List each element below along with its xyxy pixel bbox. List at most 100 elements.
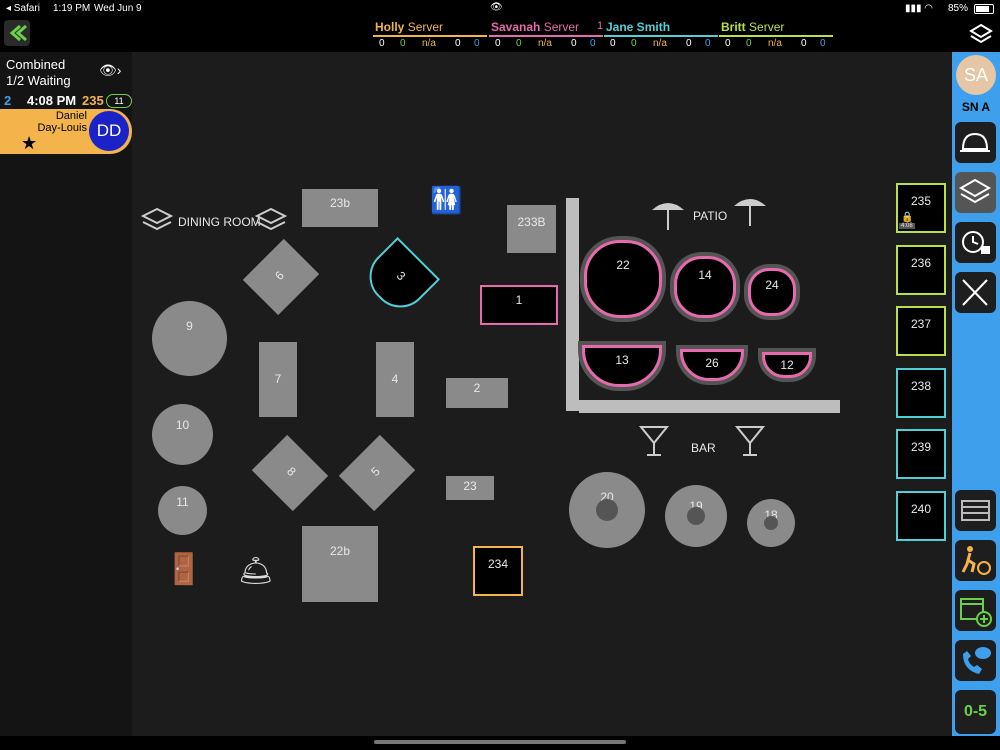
table-3[interactable]: 3 xyxy=(357,236,441,320)
table-237[interactable]: 237 xyxy=(896,306,946,356)
stat: 0 xyxy=(820,38,826,49)
table-20[interactable]: 20 xyxy=(569,472,645,548)
table-label: 12 xyxy=(780,358,794,372)
table-18[interactable]: 18 xyxy=(747,499,795,547)
stat: 0 xyxy=(379,38,385,49)
eye-toggle-icon[interactable]: 👁› xyxy=(99,62,121,79)
table-label: 7 xyxy=(274,372,282,386)
host-stand-icon: 🛎 xyxy=(238,555,274,586)
back-button[interactable] xyxy=(4,20,30,46)
back-to-safari-link[interactable]: ◂ Safari xyxy=(6,3,40,14)
server-britt[interactable]: Britt Server 0 0 n/a 0 0 xyxy=(719,20,833,50)
table-center xyxy=(596,499,618,521)
table-4[interactable]: 4 xyxy=(376,342,414,417)
stat: 0 xyxy=(516,38,522,49)
calendar-add-icon xyxy=(960,598,992,627)
server-name: Britt xyxy=(721,20,746,34)
waitlist-entry[interactable]: Daniel Day-Louis ★ DD xyxy=(0,109,132,154)
stat: n/a xyxy=(422,38,436,49)
party-size: 2 xyxy=(4,93,12,108)
table-label: 11 xyxy=(176,495,189,509)
patio-label: PATIO xyxy=(693,209,728,223)
table-22[interactable]: 22 xyxy=(584,240,662,318)
floor-plan-button[interactable] xyxy=(955,172,996,213)
server-color-line xyxy=(373,35,487,37)
stat: 0 xyxy=(400,38,406,49)
server-color-line xyxy=(719,35,833,37)
table-19[interactable]: 19 xyxy=(665,485,727,547)
table-235[interactable]: 235 🔒 4:08 xyxy=(896,183,946,233)
table-26[interactable]: 26 xyxy=(680,349,744,381)
table-5[interactable]: 5 xyxy=(338,434,416,512)
table-label: 5 xyxy=(368,464,383,479)
table-10[interactable]: 10 xyxy=(152,404,213,465)
dining-room-icon xyxy=(140,207,174,231)
table-2[interactable]: 2 xyxy=(446,378,508,408)
table-240[interactable]: 240 xyxy=(896,491,946,541)
table-234[interactable]: 234 xyxy=(473,546,523,596)
table-233b[interactable]: 233B xyxy=(507,205,556,253)
table-7[interactable]: 7 xyxy=(259,342,297,417)
orders-button[interactable] xyxy=(955,122,996,163)
table-label: 240 xyxy=(910,502,932,516)
phone-chat-button[interactable] xyxy=(955,640,996,681)
table-23[interactable]: 23 xyxy=(446,476,494,500)
stat: 0 xyxy=(705,38,711,49)
table-23b[interactable]: 23b xyxy=(302,189,378,227)
lock-icon: 🔒 xyxy=(901,212,914,223)
server-name: Holly xyxy=(375,20,405,34)
stat: 0 xyxy=(686,38,692,49)
table-label: 235 xyxy=(910,194,932,208)
table-22b[interactable]: 22b xyxy=(302,526,378,602)
table-label: 233B xyxy=(517,215,546,229)
dining-button[interactable] xyxy=(955,272,996,313)
table-label: 3 xyxy=(393,268,409,284)
table-11[interactable]: 11 xyxy=(158,486,207,535)
date: Wed Jun 9 xyxy=(94,3,142,14)
battery-percent: 85% xyxy=(948,3,969,14)
umbrella-icon xyxy=(652,203,684,230)
table-label: 239 xyxy=(910,440,932,454)
table-239[interactable]: 239 xyxy=(896,429,946,479)
layers-icon xyxy=(969,23,993,44)
server-savanah[interactable]: Savanah Server 1 0 0 n/a 0 0 xyxy=(489,20,603,50)
bar-label: BAR xyxy=(691,441,716,455)
status-bar: ◂ Safari 1:19 PM Wed Jun 9 👁 ▮▮▮ ◠ 85% xyxy=(0,0,1000,18)
server-color-line xyxy=(489,35,603,37)
layers-button[interactable] xyxy=(968,22,994,48)
walk-in-button[interactable] xyxy=(955,540,996,581)
user-avatar[interactable]: SA xyxy=(956,55,996,95)
section-button[interactable] xyxy=(955,490,996,531)
reservation-button[interactable] xyxy=(955,590,996,631)
server-jane-smith[interactable]: Jane Smith 0 0 n/a 0 0 xyxy=(604,20,718,50)
server-holly[interactable]: Holly Server 0 0 n/a 0 0 xyxy=(373,20,487,50)
timer-lock-button[interactable] xyxy=(955,222,996,263)
table-238[interactable]: 238 xyxy=(896,368,946,418)
waitlist-panel: Combined 1/2 Waiting 👁› 2 4:08 PM 235 11… xyxy=(0,52,132,736)
server-role: Server xyxy=(749,20,785,34)
table-24[interactable]: 24 xyxy=(748,268,796,316)
table-8[interactable]: 8 xyxy=(251,434,329,512)
eye-icon: 👁 xyxy=(490,2,503,13)
table-label: 9 xyxy=(186,319,193,333)
stat: 0 xyxy=(610,38,616,49)
stat: 0 xyxy=(571,38,577,49)
stat: 0 xyxy=(631,38,637,49)
table-6[interactable]: 6 xyxy=(242,238,320,316)
server-role: Server xyxy=(543,20,580,34)
bar-wall xyxy=(579,400,840,413)
table-9[interactable]: 9 xyxy=(152,301,227,376)
table-1[interactable]: 1 xyxy=(480,285,558,325)
walker-clock-icon xyxy=(961,546,991,575)
table-12[interactable]: 12 xyxy=(762,352,812,378)
table-13[interactable]: 13 xyxy=(582,345,662,387)
table-label: 22 xyxy=(616,258,630,272)
table-timer: 4:08 xyxy=(899,223,915,229)
table-center xyxy=(687,507,705,525)
brick-wall-icon xyxy=(961,500,990,521)
clock: 1:19 PM xyxy=(53,3,91,14)
table-14[interactable]: 14 xyxy=(674,256,736,318)
count-button[interactable]: 0-5 xyxy=(955,690,996,734)
table-236[interactable]: 236 xyxy=(896,245,946,295)
server-color-line xyxy=(604,35,718,37)
